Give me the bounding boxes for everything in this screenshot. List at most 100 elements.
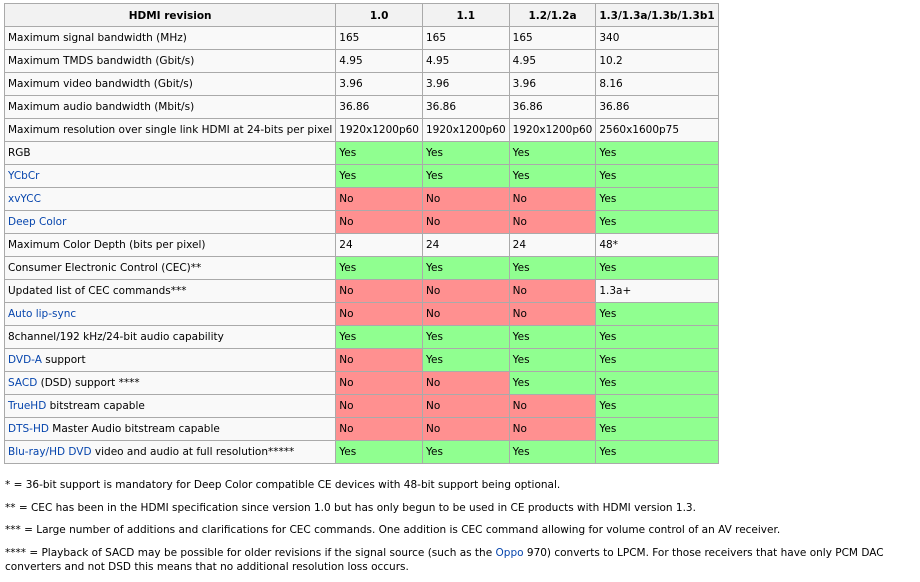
table-row: Blu-ray/HD DVD video and audio at full r… bbox=[3, 440, 719, 464]
row-label-text: RGB bbox=[8, 147, 31, 159]
row-label-text: Maximum audio bandwidth (Mbit/s) bbox=[8, 101, 195, 113]
row-label-text: Consumer Electronic Control (CEC)** bbox=[8, 262, 202, 274]
row-label-text: bitstream capable bbox=[46, 400, 145, 412]
table-cell: Yes bbox=[595, 394, 719, 418]
header-version-1-0: 1.0 bbox=[335, 3, 423, 27]
table-cell: No bbox=[335, 371, 423, 395]
table-cell: 165 bbox=[335, 26, 423, 50]
header-hdmi-revision: HDMI revision bbox=[3, 3, 337, 27]
table-cell: 1920x1200p60 bbox=[335, 118, 423, 142]
table-row: Consumer Electronic Control (CEC)** Yes Ye… bbox=[3, 256, 719, 280]
table-body: Maximum signal bandwidth (MHz) 165 165 165 3… bbox=[3, 26, 719, 464]
table-row: Auto lip-sync No No No Yes bbox=[3, 302, 719, 326]
footnote-text: *** = Large number of additions and clar… bbox=[5, 524, 781, 536]
footnote: **** = Playback of SACD may be possible … bbox=[5, 546, 917, 574]
row-label: Maximum signal bandwidth (MHz) bbox=[3, 26, 337, 50]
table-cell: Yes bbox=[595, 141, 719, 165]
table-cell: No bbox=[508, 394, 597, 418]
table-cell: Yes bbox=[421, 348, 510, 372]
table-row: SACD (DSD) support **** No No Yes Yes bbox=[3, 371, 719, 395]
table-row: DVD-A support No Yes Yes Yes bbox=[3, 348, 719, 372]
table-cell: 8.16 bbox=[595, 72, 719, 96]
row-label-text: 8channel/192 kHz/24-bit audio capability bbox=[8, 331, 224, 343]
header-version-1-2: 1.2/1.2a bbox=[508, 3, 597, 27]
hdmi-comparison-table: HDMI revision 1.0 1.1 1.2/1.2a 1.3/1.3a/… bbox=[3, 3, 719, 464]
row-label: xvYCC bbox=[3, 187, 337, 211]
table-cell: 4.95 bbox=[508, 49, 597, 73]
table-cell: No bbox=[421, 279, 510, 303]
table-cell: Yes bbox=[595, 348, 719, 372]
row-label: Maximum TMDS bandwidth (Gbit/s) bbox=[3, 49, 337, 73]
table-cell: Yes bbox=[335, 164, 423, 188]
table-cell: 165 bbox=[508, 26, 597, 50]
oppo-link[interactable]: Oppo bbox=[496, 547, 524, 559]
row-label-text: Maximum video bandwidth (Gbit/s) bbox=[8, 78, 193, 90]
table-cell: No bbox=[335, 302, 423, 326]
table-cell: 4.95 bbox=[421, 49, 510, 73]
table-cell: Yes bbox=[595, 371, 719, 395]
row-label-text: Maximum signal bandwidth (MHz) bbox=[8, 32, 187, 44]
row-label: YCbCr bbox=[3, 164, 337, 188]
table-cell: Yes bbox=[508, 256, 597, 280]
table-cell: Yes bbox=[595, 417, 719, 441]
table-row: RGB Yes Yes Yes Yes bbox=[3, 141, 719, 165]
feature-link[interactable]: TrueHD bbox=[8, 400, 46, 412]
table-cell: Yes bbox=[508, 164, 597, 188]
feature-link[interactable]: SACD bbox=[8, 377, 37, 389]
row-label: Blu-ray/HD DVD video and audio at full r… bbox=[3, 440, 337, 464]
header-version-1-1: 1.1 bbox=[421, 3, 510, 27]
row-label-text: Maximum resolution over single link HDMI… bbox=[8, 124, 333, 136]
table-cell: Yes bbox=[508, 141, 597, 165]
table-cell: No bbox=[421, 394, 510, 418]
feature-link[interactable]: DVD-A bbox=[8, 354, 42, 366]
feature-link[interactable]: DTS-HD bbox=[8, 423, 49, 435]
row-label-text: support bbox=[41, 354, 86, 366]
table-cell: Yes bbox=[421, 164, 510, 188]
table-cell: 24 bbox=[508, 233, 597, 257]
table-cell: Yes bbox=[508, 440, 597, 464]
row-label: DTS-HD Master Audio bitstream capable bbox=[3, 417, 337, 441]
table-row: Maximum video bandwidth (Gbit/s) 3.96 3.96… bbox=[3, 72, 719, 96]
table-cell: No bbox=[421, 417, 510, 441]
table-cell: 48* bbox=[595, 233, 719, 257]
table-cell: 1.3a+ bbox=[595, 279, 719, 303]
table-cell: No bbox=[335, 417, 423, 441]
table-cell: Yes bbox=[595, 440, 719, 464]
row-label: TrueHD bitstream capable bbox=[3, 394, 337, 418]
table-row: Maximum signal bandwidth (MHz) 165 165 165 3… bbox=[3, 26, 719, 50]
footnotes: * = 36-bit support is mandatory for Deep… bbox=[5, 478, 917, 582]
table-cell: 36.86 bbox=[595, 95, 719, 119]
table-cell: Yes bbox=[335, 141, 423, 165]
table-cell: Yes bbox=[335, 440, 423, 464]
row-label: DVD-A support bbox=[3, 348, 337, 372]
table-header-row: HDMI revision 1.0 1.1 1.2/1.2a 1.3/1.3a/… bbox=[3, 3, 719, 27]
table-row: DTS-HD Master Audio bitstream capable No N… bbox=[3, 417, 719, 441]
table-cell: Yes bbox=[421, 256, 510, 280]
table-cell: Yes bbox=[508, 348, 597, 372]
table-cell: No bbox=[508, 210, 597, 234]
table-cell: 36.86 bbox=[421, 95, 510, 119]
table-row: YCbCr Yes Yes Yes Yes bbox=[3, 164, 719, 188]
feature-link[interactable]: Deep Color bbox=[8, 216, 66, 228]
table-cell: 24 bbox=[421, 233, 510, 257]
table-cell: 3.96 bbox=[508, 72, 597, 96]
table-cell: No bbox=[508, 187, 597, 211]
table-cell: 3.96 bbox=[335, 72, 423, 96]
feature-link[interactable]: Auto lip-sync bbox=[8, 308, 76, 320]
table-row: TrueHD bitstream capable No No No Yes bbox=[3, 394, 719, 418]
row-label: Consumer Electronic Control (CEC)** bbox=[3, 256, 337, 280]
table-cell: No bbox=[335, 210, 423, 234]
table-cell: Yes bbox=[335, 256, 423, 280]
table-row: 8channel/192 kHz/24-bit audio capability… bbox=[3, 325, 719, 349]
table-cell: Yes bbox=[421, 325, 510, 349]
table-cell: No bbox=[508, 302, 597, 326]
row-label: RGB bbox=[3, 141, 337, 165]
table-cell: No bbox=[421, 210, 510, 234]
table-row: Maximum resolution over single link HDMI… bbox=[3, 118, 719, 142]
feature-link[interactable]: Blu-ray/HD DVD bbox=[8, 446, 92, 458]
row-label: Updated list of CEC commands*** bbox=[3, 279, 337, 303]
feature-link[interactable]: YCbCr bbox=[8, 170, 40, 182]
feature-link[interactable]: xvYCC bbox=[8, 193, 41, 205]
table-cell: 36.86 bbox=[508, 95, 597, 119]
row-label-text: Maximum Color Depth (bits per pixel) bbox=[8, 239, 206, 251]
